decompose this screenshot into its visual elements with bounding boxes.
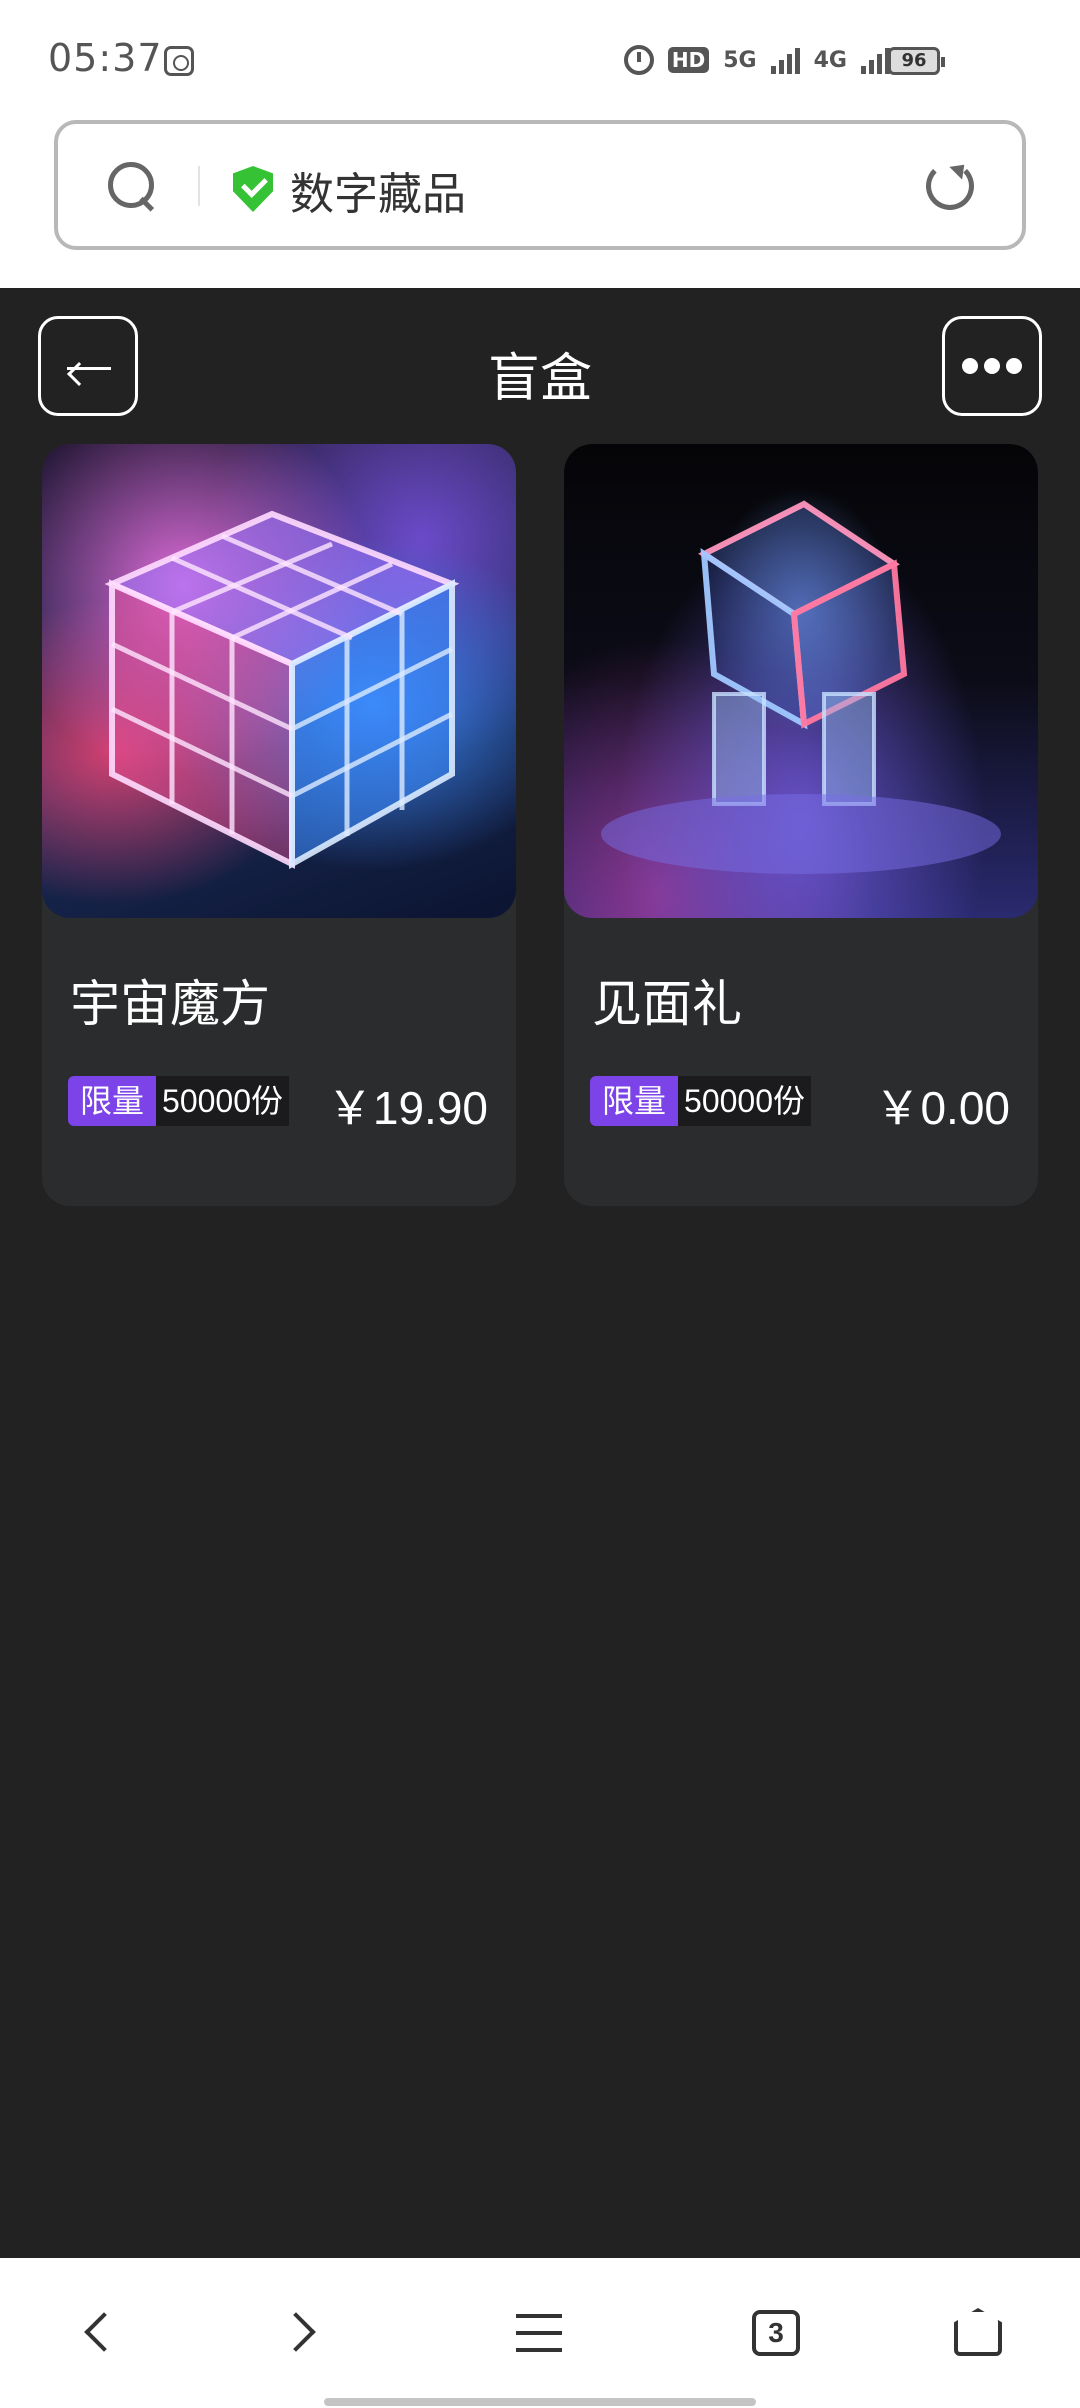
signal-icon — [861, 46, 890, 74]
home-icon — [954, 2308, 1002, 2356]
signal-icon — [770, 46, 800, 74]
hd-icon: HD — [667, 47, 710, 73]
address-bar[interactable]: 数字藏品 — [54, 120, 1026, 250]
limit-tag-count: 50000份 — [678, 1076, 812, 1126]
search-icon[interactable] — [108, 162, 154, 208]
tabs-count-icon: 3 — [752, 2310, 800, 2356]
address-text[interactable]: 数字藏品 — [290, 158, 466, 222]
status-bar: 05:37 HD 5G 4G 96 — [0, 0, 1080, 120]
cube-artwork — [104, 510, 460, 870]
nav-tabs-button[interactable]: 3 — [740, 2298, 810, 2368]
limit-tag-count: 50000份 — [156, 1076, 290, 1126]
product-price: ￥19.90 — [326, 1082, 488, 1134]
page-title: 盲盒 — [487, 349, 592, 409]
network-4g-label: 4G — [813, 47, 847, 73]
dot-icon — [984, 358, 1000, 374]
menu-icon — [516, 2314, 562, 2318]
limit-tag: 限量 50000份 — [68, 1076, 290, 1126]
network-5g-label: 5G — [723, 47, 757, 73]
page-header: 盲盒 — [0, 288, 1080, 443]
reload-icon[interactable] — [926, 162, 974, 210]
product-image — [42, 444, 516, 918]
product-card[interactable]: 见面礼 限量 50000份 ￥0.00 — [564, 444, 1038, 1206]
status-time: 05:37 — [48, 36, 163, 80]
divider — [198, 166, 200, 206]
menu-icon — [516, 2331, 562, 2335]
product-card[interactable]: 宇宙魔方 限量 50000份 ￥19.90 — [42, 444, 516, 1206]
battery-icon: 96 — [888, 47, 945, 75]
chevron-right-icon — [276, 2312, 316, 2352]
product-name: 宇宙魔方 — [70, 975, 270, 1033]
nav-home-button[interactable] — [942, 2298, 1012, 2368]
product-price: ￥0.00 — [874, 1082, 1010, 1134]
limit-tag-label: 限量 — [590, 1076, 679, 1126]
product-name: 见面礼 — [592, 975, 742, 1033]
dot-icon — [1006, 358, 1022, 374]
limit-tag: 限量 50000份 — [590, 1076, 812, 1126]
nav-forward-button[interactable] — [268, 2298, 338, 2368]
app-icon — [164, 46, 194, 76]
gesture-bar[interactable] — [324, 2398, 756, 2406]
cube-artwork — [601, 500, 1001, 874]
more-button[interactable] — [942, 316, 1042, 416]
nav-back-button[interactable] — [66, 2298, 136, 2368]
browser-bottom-nav: 3 — [0, 2258, 1080, 2408]
browser-toolbar: 数字藏品 — [0, 120, 1080, 288]
chevron-left-icon — [84, 2312, 124, 2352]
alarm-icon — [623, 45, 654, 75]
menu-icon — [516, 2348, 562, 2352]
dot-icon — [962, 358, 978, 374]
limit-tag-label: 限量 — [68, 1076, 157, 1126]
product-image — [564, 444, 1038, 918]
shield-check-icon — [233, 166, 273, 212]
nav-menu-button[interactable] — [504, 2298, 574, 2368]
